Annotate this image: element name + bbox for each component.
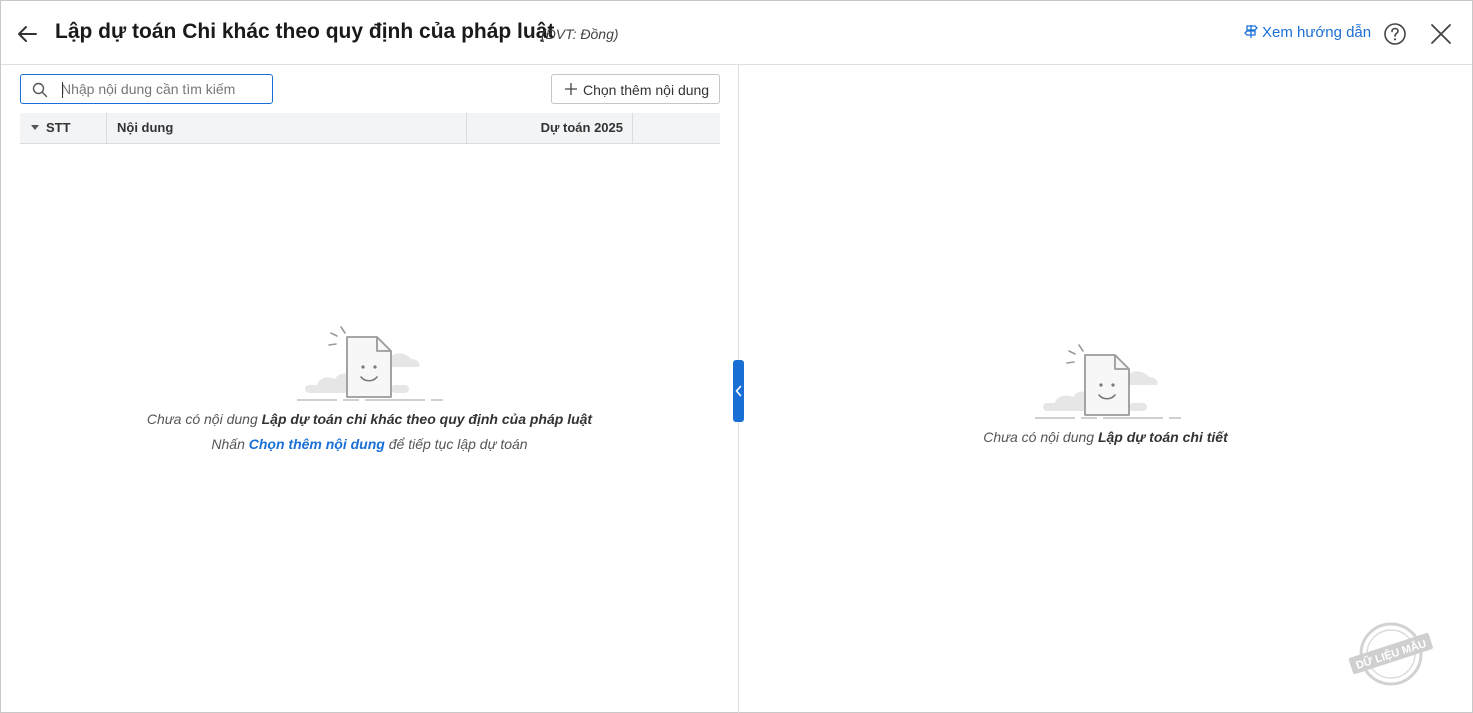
plus-icon	[565, 83, 577, 95]
guide-label: Xem hướng dẫn	[1262, 24, 1372, 41]
arrow-left-icon	[18, 26, 37, 42]
add-content-link[interactable]: Chọn thêm nội dung	[249, 436, 385, 452]
empty-state-message: Chưa có nội dung Lập dự toán chi khác th…	[1, 411, 738, 427]
hint-suffix: để tiếp tục lập dự toán	[384, 436, 528, 452]
column-label-noi-dung: Nội dung	[117, 120, 174, 135]
search-icon	[32, 82, 48, 98]
search-box[interactable]	[20, 74, 273, 104]
text-caret	[62, 82, 63, 98]
signpost-icon	[1244, 25, 1258, 38]
guide-link[interactable]: Xem hướng dẫn	[1244, 24, 1371, 41]
page-title: Lập dự toán Chi khác theo quy định của p…	[55, 20, 555, 43]
table-header: STT Nội dung Dự toán 2025	[20, 113, 720, 144]
add-content-button[interactable]: Chọn thêm nội dung	[551, 74, 720, 104]
detail-empty-prefix: Chưa có nội dung	[983, 429, 1098, 445]
question-circle-icon	[1384, 23, 1406, 45]
column-header-du-toan[interactable]: Dự toán 2025	[467, 113, 633, 143]
sample-data-watermark: DỮ LIỆU MẪU	[1348, 622, 1433, 686]
dialog-header: Lập dự toán Chi khác theo quy định của p…	[1, 1, 1472, 65]
dialog-window: Lập dự toán Chi khác theo quy định của p…	[0, 0, 1473, 713]
empty-document-icon	[1035, 344, 1181, 419]
close-icon	[1431, 24, 1451, 44]
add-content-label: Chọn thêm nội dung	[583, 82, 710, 98]
unit-label: (ĐVT: Đồng)	[541, 26, 619, 42]
column-label-stt: STT	[46, 120, 71, 135]
help-button[interactable]	[1383, 22, 1407, 46]
detail-empty-subject: Lập dự toán chi tiết	[1097, 429, 1228, 445]
search-input[interactable]	[61, 78, 266, 100]
right-pane: Chưa có nội dung Lập dự toán chi tiết	[739, 65, 1472, 713]
empty-state-hint: Nhấn Chọn thêm nội dung để tiếp tục lập …	[1, 436, 738, 452]
column-label-du-toan: Dự toán 2025	[540, 120, 623, 135]
empty-document-icon	[297, 326, 443, 401]
close-button[interactable]	[1429, 22, 1453, 46]
back-button[interactable]	[15, 21, 41, 47]
sort-caret-icon	[31, 125, 39, 130]
detail-empty-message: Chưa có nội dung Lập dự toán chi tiết	[739, 429, 1472, 445]
left-pane: Chọn thêm nội dung STT Nội dung Dự toán …	[1, 65, 738, 713]
empty-subject: Lập dự toán chi khác theo quy định của p…	[261, 411, 593, 427]
hint-prefix: Nhấn	[211, 436, 249, 452]
empty-prefix: Chưa có nội dung	[146, 411, 262, 427]
column-header-stt[interactable]: STT	[20, 113, 107, 143]
column-header-noi-dung[interactable]: Nội dung	[108, 113, 467, 143]
